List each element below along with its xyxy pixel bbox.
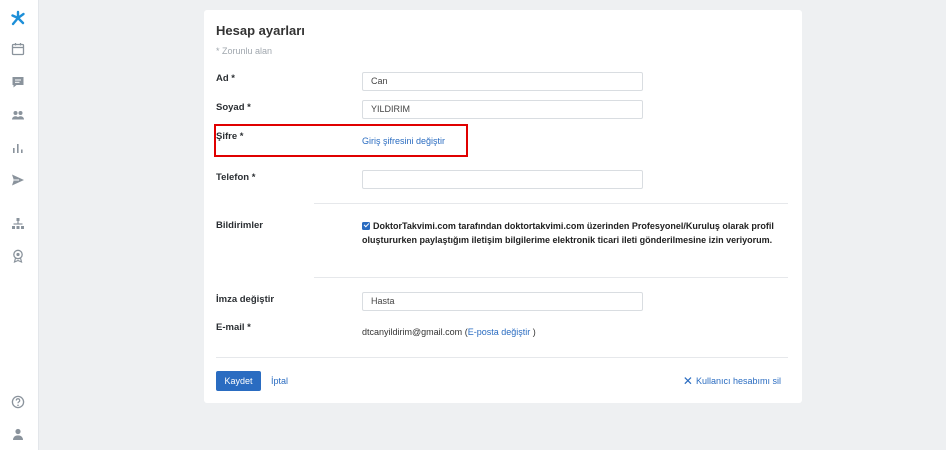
- consent-checkbox[interactable]: [362, 221, 370, 230]
- notifications-label: Bildirimler: [216, 220, 263, 231]
- account-settings-card: Hesap ayarları * Zorunlu alan Ad * Can S…: [204, 10, 802, 403]
- patients-icon[interactable]: [9, 106, 27, 124]
- email-label: E-mail *: [216, 322, 251, 333]
- stats-icon[interactable]: [9, 139, 27, 157]
- cancel-link[interactable]: İptal: [271, 376, 288, 386]
- phone-field[interactable]: [362, 170, 643, 189]
- signature-field[interactable]: Hasta: [362, 292, 643, 311]
- change-email-link[interactable]: E-posta değiştir: [468, 327, 531, 337]
- badge-icon[interactable]: [9, 247, 27, 265]
- email-value: dtcanyildirim@gmail.com: [362, 327, 463, 337]
- divider: [314, 203, 788, 204]
- close-icon: ✕: [682, 373, 693, 388]
- last-name-label: Soyad *: [216, 102, 251, 113]
- help-icon[interactable]: [9, 393, 27, 411]
- user-icon[interactable]: [9, 425, 27, 443]
- divider: [314, 277, 788, 278]
- phone-label: Telefon *: [216, 172, 256, 183]
- delete-account-label: Kullanıcı hesabımı sil: [695, 376, 781, 386]
- send-icon[interactable]: [9, 171, 27, 189]
- notifications-consent: DoktorTakvimi.com tarafından doktortakvi…: [362, 219, 782, 247]
- sidebar: [0, 0, 39, 450]
- footer-divider: [216, 357, 788, 358]
- first-name-field[interactable]: Can: [362, 72, 643, 91]
- consent-text: DoktorTakvimi.com tarafından doktortakvi…: [362, 221, 774, 245]
- last-name-field[interactable]: YILDIRIM: [362, 100, 643, 119]
- hierarchy-icon[interactable]: [9, 215, 27, 233]
- delete-account-link[interactable]: ✕ Kullanıcı hesabımı sil: [682, 373, 781, 388]
- change-password-link[interactable]: Giriş şifresini değiştir: [362, 136, 445, 146]
- save-button[interactable]: Kaydet: [216, 371, 261, 391]
- email-paren-close: ): [532, 327, 536, 337]
- chat-icon[interactable]: [9, 73, 27, 91]
- password-label: Şifre *: [216, 131, 244, 142]
- first-name-label: Ad *: [216, 73, 235, 84]
- logo-icon[interactable]: [9, 9, 27, 27]
- email-row: dtcanyildirim@gmail.com (E-posta değişti…: [362, 327, 536, 337]
- page-title: Hesap ayarları: [216, 23, 305, 38]
- signature-label: İmza değiştir: [216, 294, 275, 305]
- required-note: * Zorunlu alan: [216, 46, 273, 56]
- calendar-icon[interactable]: [9, 40, 27, 58]
